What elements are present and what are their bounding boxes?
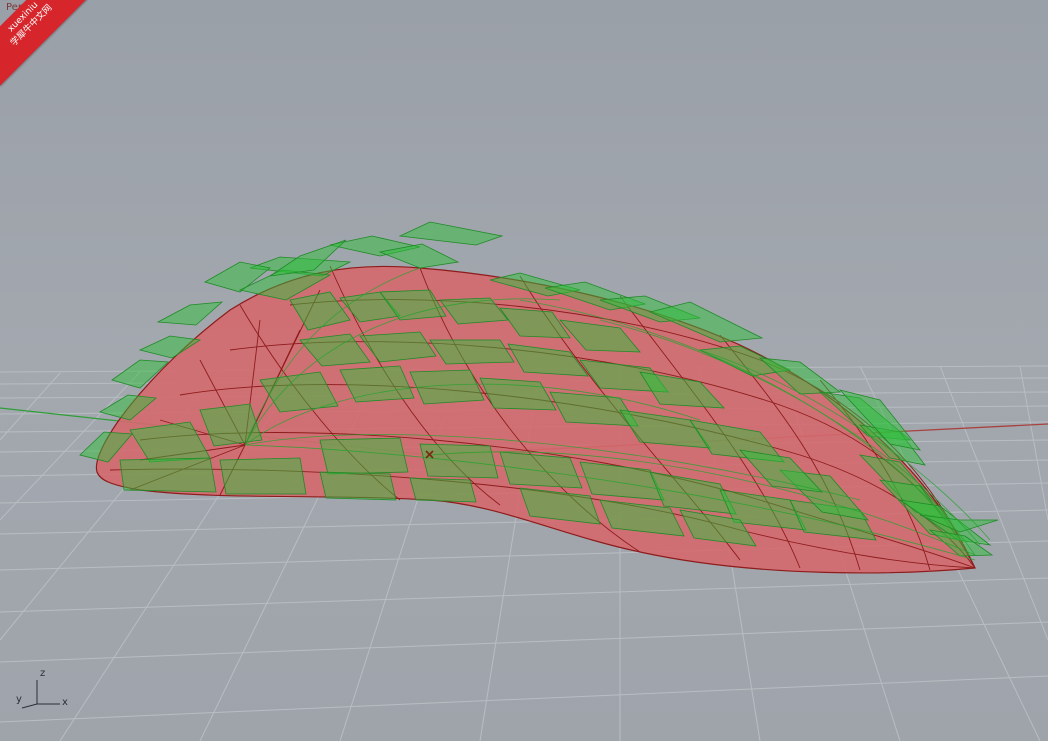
axis-indicator bbox=[21, 680, 60, 709]
axis-label-y: y bbox=[16, 694, 22, 705]
3d-viewport[interactable] bbox=[0, 0, 1048, 741]
axis-label-z: z bbox=[40, 668, 46, 679]
axis-label-x: x bbox=[62, 697, 68, 708]
viewport-canvas[interactable] bbox=[0, 0, 1048, 741]
